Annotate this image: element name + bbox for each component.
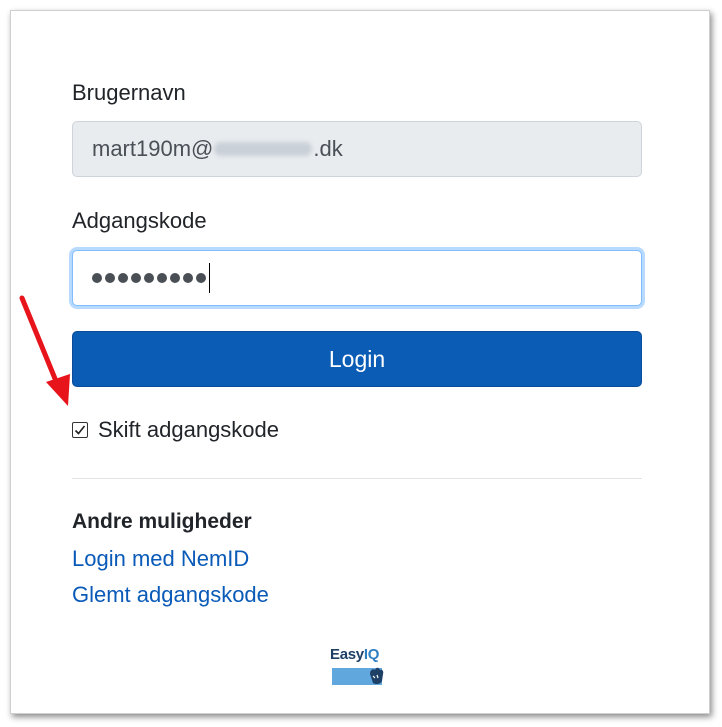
change-password-option[interactable]: Skift adgangskode bbox=[72, 417, 279, 443]
password-label: Adgangskode bbox=[72, 208, 207, 233]
username-label: Brugernavn bbox=[72, 80, 186, 105]
divider bbox=[72, 478, 642, 479]
forgot-password-link[interactable]: Glemt adgangskode bbox=[72, 582, 269, 608]
login-nemid-link[interactable]: Login med NemID bbox=[72, 546, 249, 572]
password-dot bbox=[105, 273, 115, 283]
password-dot bbox=[196, 273, 206, 283]
easyiq-logo: EasyIQ bbox=[330, 646, 386, 688]
logo-hand-icon bbox=[370, 667, 384, 685]
username-field[interactable]: mart190m@ .dk bbox=[72, 121, 642, 177]
password-dot bbox=[170, 273, 180, 283]
username-value-suffix: .dk bbox=[313, 136, 343, 161]
logo-text: EasyIQ bbox=[330, 646, 380, 663]
password-dot bbox=[144, 273, 154, 283]
username-value-prefix: mart190m@ bbox=[92, 136, 214, 161]
other-options-heading: Andre muligheder bbox=[72, 510, 252, 533]
redacted-domain bbox=[214, 142, 313, 156]
password-dot bbox=[118, 273, 128, 283]
text-cursor bbox=[209, 263, 210, 293]
password-field[interactable] bbox=[72, 250, 642, 306]
password-dot bbox=[183, 273, 193, 283]
check-icon bbox=[74, 425, 86, 435]
password-mask bbox=[92, 273, 206, 283]
change-password-checkbox[interactable] bbox=[72, 422, 88, 438]
password-dot bbox=[157, 273, 167, 283]
change-password-label: Skift adgangskode bbox=[98, 417, 280, 442]
password-dot bbox=[92, 273, 102, 283]
password-dot bbox=[131, 273, 141, 283]
login-button[interactable]: Login bbox=[72, 331, 642, 387]
